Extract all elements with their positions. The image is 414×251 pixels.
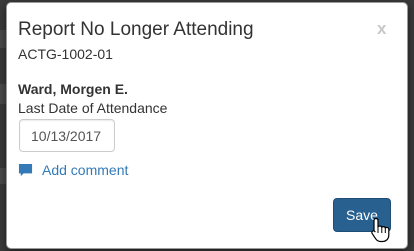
- last-date-of-attendance-field[interactable]: [19, 119, 115, 152]
- dialog-title: Report No Longer Attending: [18, 19, 254, 40]
- report-no-longer-attending-dialog: Report No Longer Attending x ACTG-1002-0…: [6, 2, 408, 249]
- save-button[interactable]: Save: [333, 198, 391, 232]
- student-name: Ward, Morgen E.: [18, 81, 128, 97]
- course-section-code: ACTG-1002-01: [18, 46, 113, 62]
- add-comment-link[interactable]: Add comment: [18, 162, 128, 178]
- comment-icon: [18, 163, 33, 176]
- last-date-label: Last Date of Attendance: [18, 100, 168, 116]
- add-comment-label: Add comment: [42, 162, 129, 178]
- close-icon[interactable]: x: [377, 20, 386, 37]
